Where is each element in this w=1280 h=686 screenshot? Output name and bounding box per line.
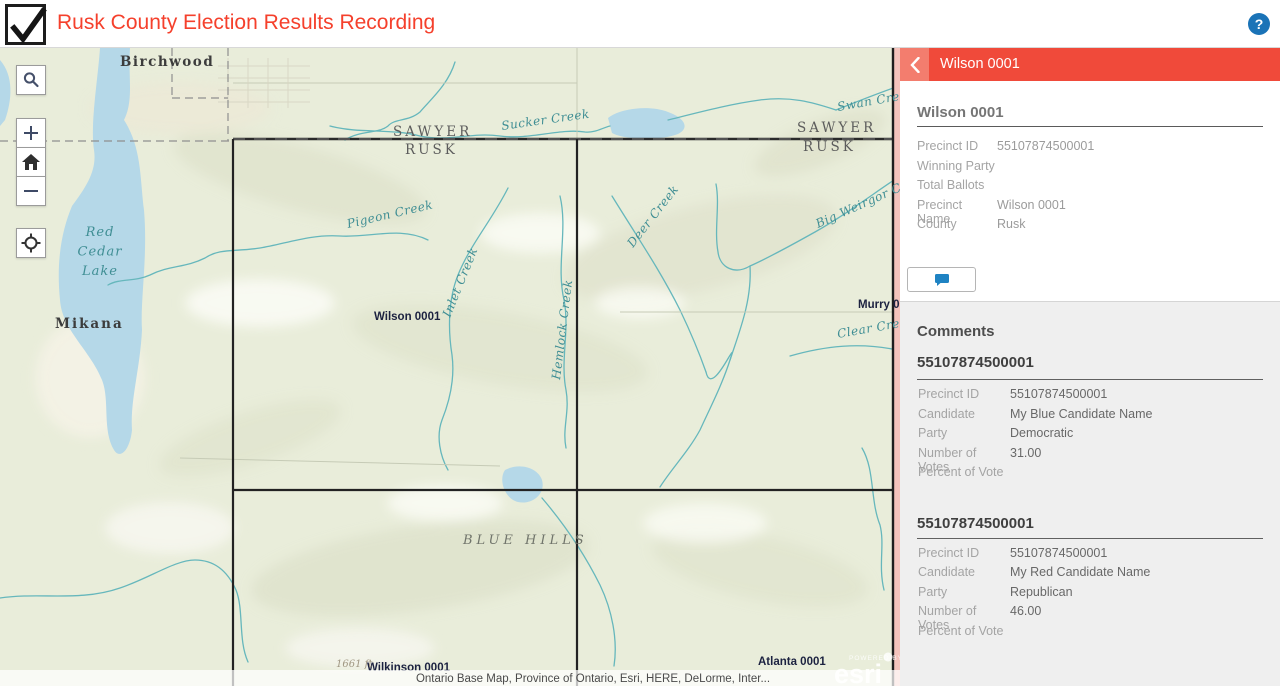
precinct-label-atlanta: Atlanta 0001: [758, 656, 826, 668]
field-row-precinct-name: Precinct Name Wilson 0001: [917, 198, 1066, 215]
field-value: 55107874500001: [997, 139, 1094, 156]
app-window: Rusk County Election Results Recording ?: [0, 0, 1280, 686]
comments-heading: Comments: [917, 323, 995, 340]
map-canvas[interactable]: Birchwood SAWYER RUSK SAWYER RUSK Sucker…: [0, 48, 900, 686]
home-icon: [21, 153, 41, 171]
back-button[interactable]: [900, 48, 929, 81]
back-chevron-icon: [910, 57, 920, 73]
comment-field-value: My Red Candidate Name: [1010, 565, 1150, 582]
field-row-precinct-id: Precinct ID 55107874500001: [917, 139, 1094, 156]
field-value: Wilson 0001: [997, 198, 1066, 215]
elevation-label: 1661 ft: [336, 659, 373, 670]
comment-field-label: Party: [918, 585, 1010, 602]
comment-row: Party Republican: [918, 585, 1073, 602]
comment-field-value: My Blue Candidate Name: [1010, 407, 1152, 424]
comment-row: Percent of Vote: [918, 624, 1010, 641]
zoom-in-button[interactable]: [16, 118, 46, 148]
comment-field-label: Candidate: [918, 407, 1010, 424]
field-label: Total Ballots: [917, 178, 997, 195]
comment-row: Number of Votes 31.00: [918, 446, 1041, 463]
comment-row: Candidate My Blue Candidate Name: [918, 407, 1152, 424]
comment-field-label: Percent of Vote: [918, 465, 1010, 482]
home-button[interactable]: [16, 147, 46, 177]
locate-button[interactable]: [16, 228, 46, 258]
page-title: Rusk County Election Results Recording: [57, 11, 435, 35]
add-comment-button[interactable]: [907, 267, 976, 292]
comment-field-label: Number of Votes: [918, 604, 1010, 621]
field-row-total-ballots: Total Ballots: [917, 178, 997, 195]
search-button[interactable]: [16, 65, 46, 95]
field-row-winning-party: Winning Party: [917, 159, 997, 176]
plus-icon: [22, 124, 40, 142]
comment-card-divider: [917, 538, 1263, 539]
comment-field-label: Number of Votes: [918, 446, 1010, 463]
feature-title: Wilson 0001: [917, 104, 1004, 121]
comment-field-label: Percent of Vote: [918, 624, 1010, 641]
comment-row: Percent of Vote: [918, 465, 1010, 482]
comment-field-value: 55107874500001: [1010, 546, 1107, 563]
county-label-rusk-left: RUSK: [405, 142, 458, 158]
comment-card-title: 55107874500001: [917, 515, 1034, 532]
comment-row: Party Democratic: [918, 426, 1073, 443]
field-label: Precinct ID: [917, 139, 997, 156]
comment-field-value: Republican: [1010, 585, 1073, 602]
field-row-county: County Rusk: [917, 217, 1025, 234]
comment-field-label: Party: [918, 426, 1010, 443]
comment-bubble-icon: [934, 273, 950, 287]
field-label: Winning Party: [917, 159, 997, 176]
comment-row: Candidate My Red Candidate Name: [918, 565, 1150, 582]
comments-section: Comments 55107874500001 Precinct ID 5510…: [900, 301, 1280, 686]
comment-field-label: Precinct ID: [918, 546, 1010, 563]
panel-title: Wilson 0001: [940, 48, 1020, 81]
map-attribution: Ontario Base Map, Province of Ontario, E…: [416, 673, 770, 685]
app-header: Rusk County Election Results Recording ?: [0, 0, 1280, 48]
minus-icon: [22, 182, 40, 200]
comment-row: Precinct ID 55107874500001: [918, 546, 1107, 563]
help-button[interactable]: ?: [1248, 13, 1270, 35]
search-icon: [22, 71, 40, 89]
comment-field-value: 31.00: [1010, 446, 1041, 463]
field-label: Precinct Name: [917, 198, 997, 215]
comment-card-divider: [917, 379, 1263, 380]
comment-field-label: Precinct ID: [918, 387, 1010, 404]
comment-field-value: Democratic: [1010, 426, 1073, 443]
checkbox-logo-icon: [5, 4, 46, 45]
field-label: County: [917, 217, 997, 234]
town-label-birchwood: Birchwood: [120, 54, 214, 70]
comment-card-title: 55107874500001: [917, 354, 1034, 371]
basemap: Birchwood SAWYER RUSK SAWYER RUSK Sucker…: [0, 48, 900, 686]
comment-field-value: 55107874500001: [1010, 387, 1107, 404]
feature-title-divider: [917, 126, 1263, 127]
terrain-label-blue-hills: BLUE HILLS: [462, 533, 588, 548]
town-label-mikana: Mikana: [55, 316, 124, 332]
crosshair-icon: [21, 233, 41, 253]
comment-field-label: Candidate: [918, 565, 1010, 582]
county-label-sawyer-left: SAWYER: [393, 124, 472, 140]
county-label-rusk-right: RUSK: [803, 139, 856, 155]
zoom-out-button[interactable]: [16, 176, 46, 206]
esri-wordmark: esri: [834, 659, 882, 686]
comment-row: Precinct ID 55107874500001: [918, 387, 1107, 404]
precinct-label-murry: Murry 00: [858, 299, 900, 311]
precinct-label-wilson: Wilson 0001: [374, 311, 441, 323]
county-label-sawyer-right: SAWYER: [797, 120, 876, 136]
comment-field-value: 46.00: [1010, 604, 1041, 621]
comment-row: Number of Votes 46.00: [918, 604, 1041, 621]
details-panel: Wilson 0001 Wilson 0001 Precinct ID 5510…: [900, 48, 1280, 686]
field-value: Rusk: [997, 217, 1025, 234]
panel-header: Wilson 0001: [900, 48, 1280, 81]
